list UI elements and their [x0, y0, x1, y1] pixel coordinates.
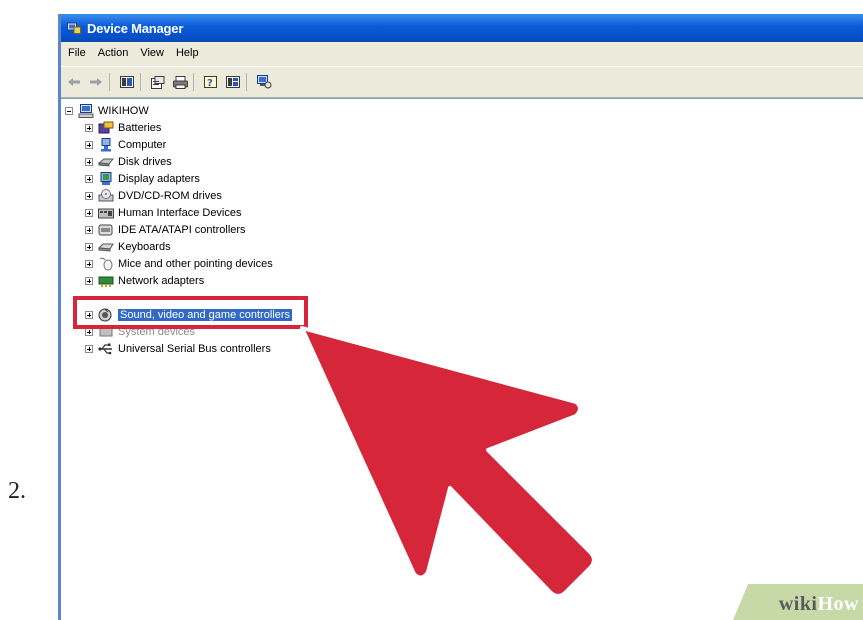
watermark-wiki: wiki — [778, 593, 818, 615]
watermark-text: wikiHow — [779, 593, 859, 616]
pointer-arrow — [300, 326, 596, 598]
wikihow-watermark: wikiHow — [703, 580, 863, 620]
watermark-how: How — [817, 593, 859, 615]
